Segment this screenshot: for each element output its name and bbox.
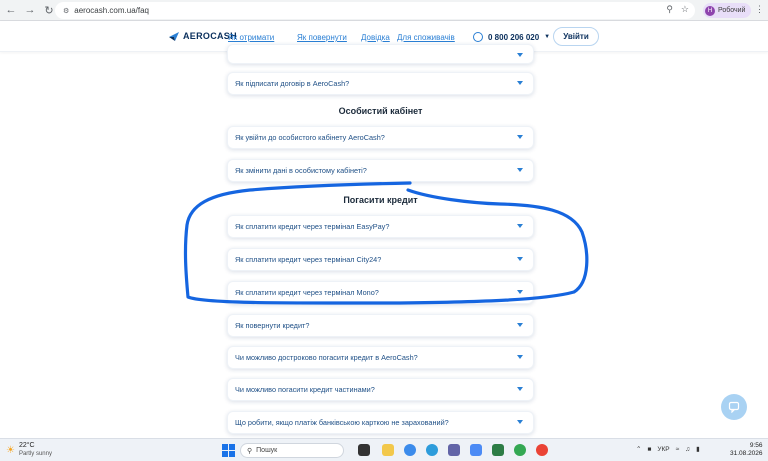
chevron-down-icon [517, 81, 523, 85]
faq-item[interactable]: Як сплатити кредит через термінал City24… [227, 248, 534, 271]
weather-widget[interactable]: ☀ 22°C Partly sunny [6, 442, 52, 458]
chevron-down-icon [517, 387, 523, 391]
chevron-down-icon [517, 290, 523, 294]
faq-question: Як змінити дані в особистому кабінеті? [235, 166, 367, 175]
volume-icon[interactable]: ♫ [685, 446, 690, 453]
sheets-icon[interactable] [492, 444, 504, 456]
faq-item[interactable]: Як повернути кредит? [227, 314, 534, 337]
browser-toolbar: ← → ↻ ⚙ aerocash.com.ua/faq ⚲ ☆ Н Робочи… [0, 0, 768, 21]
section-title: Погасити кредит [343, 195, 418, 205]
profile-button[interactable]: Н Робочий [703, 3, 752, 18]
search-icon: ⚲ [247, 447, 253, 455]
phone-dropdown[interactable]: 0 800 206 020 ▼ [473, 32, 550, 42]
phone-number: 0 800 206 020 [488, 32, 540, 42]
system-tray: ⌃ ■ УКР ≈ ♫ ▮ [636, 445, 700, 454]
tray-chevron-icon[interactable]: ⌃ [636, 445, 641, 453]
chat-button[interactable] [721, 394, 747, 420]
nav-help[interactable]: Довідка [361, 33, 390, 42]
faq-question: Як сплатити кредит через термінал EasyPa… [235, 222, 390, 231]
login-button[interactable]: Увійти [553, 27, 599, 46]
section-title: Особистий кабінет [338, 106, 423, 116]
zoom-icon[interactable]: ⚲ [666, 4, 673, 15]
weather-sun-icon: ☀ [6, 444, 15, 456]
faq-question: Як підписати договір в AeroCash? [235, 79, 350, 88]
windows-start-icon[interactable] [222, 444, 235, 457]
faq-item-partial[interactable] [227, 44, 534, 64]
edge-icon[interactable] [426, 444, 438, 456]
faq-question: Як сплатити кредит через термінал City24… [235, 255, 382, 264]
battery-icon[interactable]: ▮ [696, 445, 700, 453]
torrent-icon[interactable] [514, 444, 526, 456]
language-indicator[interactable]: УКР [657, 446, 669, 453]
chevron-down-icon [517, 168, 523, 172]
faq-question: Що робити, якщо платіж банківською картк… [235, 418, 449, 427]
chrome-icon[interactable] [404, 444, 416, 456]
url-text: aerocash.com.ua/faq [74, 6, 149, 15]
chrome-alt-icon[interactable] [536, 444, 548, 456]
tray-app-icon[interactable]: ■ [647, 446, 651, 453]
nav-how-to-return[interactable]: Як повернути [297, 33, 347, 42]
faq-item[interactable]: Як змінити дані в особистому кабінеті? [227, 159, 534, 182]
phone-icon [473, 32, 483, 42]
browser-menu-icon[interactable]: ⋮ [755, 4, 764, 15]
omnibox-actions: ⚲ ☆ [666, 4, 689, 15]
teams-icon[interactable] [448, 444, 460, 456]
faq-item[interactable]: Як сплатити кредит через термінал Mono? [227, 281, 534, 304]
nav-for-consumers[interactable]: Для споживачів [397, 33, 455, 42]
faq-question: Як увійти до особистого кабінету AeroCas… [235, 133, 385, 142]
taskbar: ☀ 22°C Partly sunny ⚲ Пошук ⌃ ■ УКР ≈ ♫ [0, 438, 768, 461]
faq-item[interactable]: Як підписати договір в AeroCash? [227, 72, 534, 95]
chevron-down-icon [517, 355, 523, 359]
faq-item[interactable]: Що робити, якщо платіж банківською картк… [227, 411, 534, 434]
forward-icon[interactable]: → [22, 2, 38, 18]
faq-question: Чи можливо достроково погасити кредит в … [235, 353, 418, 362]
clock-date: 31.08.2026 [730, 450, 763, 457]
search-label: Пошук [256, 447, 278, 454]
faq-item[interactable]: Чи можливо достроково погасити кредит в … [227, 346, 534, 369]
faq-item[interactable]: Як сплатити кредит через термінал EasyPa… [227, 215, 534, 238]
chevron-down-icon [517, 323, 523, 327]
chevron-down-icon [517, 224, 523, 228]
task-view-icon[interactable] [358, 444, 370, 456]
faq-item[interactable]: Чи можливо погасити кредит частинами? [227, 378, 534, 401]
chevron-down-icon: ▼ [544, 34, 551, 40]
wifi-icon[interactable]: ≈ [676, 446, 680, 453]
profile-label: Робочий [718, 7, 746, 14]
file-explorer-icon[interactable] [382, 444, 394, 456]
faq-item[interactable]: Як увійти до особистого кабінету AeroCas… [227, 126, 534, 149]
site-info-icon[interactable]: ⚙ [63, 7, 69, 15]
address-bar[interactable]: ⚙ aerocash.com.ua/faq ⚲ ☆ [55, 2, 695, 19]
weather-desc: Partly sunny [18, 451, 52, 457]
back-icon[interactable]: ← [3, 2, 19, 18]
screen: ← → ↻ ⚙ aerocash.com.ua/faq ⚲ ☆ Н Робочи… [0, 0, 768, 461]
chevron-down-icon [517, 420, 523, 424]
app-icon[interactable] [470, 444, 482, 456]
nav-how-to-get[interactable]: Як отримати [228, 33, 274, 42]
logo-plane-icon [169, 32, 179, 41]
faq-question: Як повернути кредит? [235, 321, 310, 330]
chevron-down-icon [517, 257, 523, 261]
weather-temp: 22°C [18, 442, 35, 449]
bookmark-star-icon[interactable]: ☆ [681, 4, 689, 15]
clock[interactable]: 9:56 31.08.2026 [730, 442, 763, 458]
chat-icon [728, 401, 740, 413]
faq-question: Чи можливо погасити кредит частинами? [235, 385, 375, 394]
aerocash-logo[interactable]: AEROCASH [168, 30, 237, 42]
taskbar-search[interactable]: ⚲ Пошук [240, 443, 344, 458]
clock-time: 9:56 [749, 442, 763, 449]
faq-question: Як сплатити кредит через термінал Mono? [235, 288, 379, 297]
chevron-down-icon [517, 53, 523, 57]
chevron-down-icon [517, 135, 523, 139]
profile-avatar: Н [705, 5, 715, 16]
